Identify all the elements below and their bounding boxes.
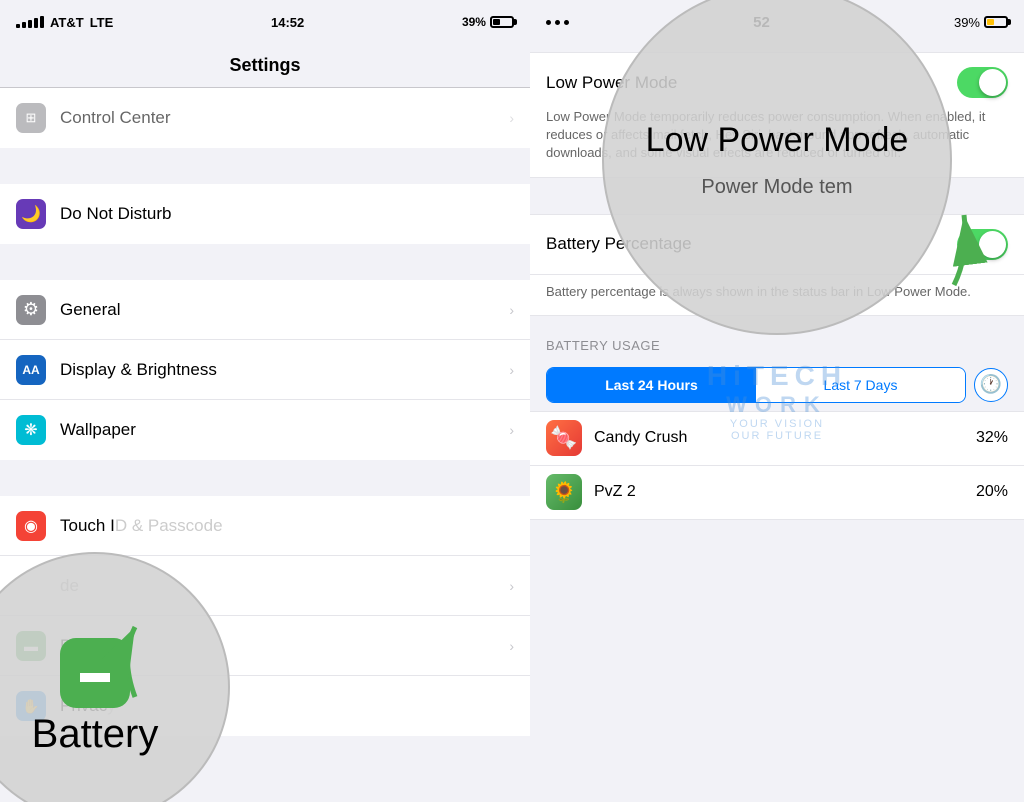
separator-1 xyxy=(0,148,530,184)
signal-dot-3 xyxy=(28,20,32,28)
status-battery-left: 39% xyxy=(462,15,514,29)
control-center-label: Control Center xyxy=(60,108,495,128)
dnd-label: Do Not Disturb xyxy=(60,204,514,224)
display-label: Display & Brightness xyxy=(60,360,495,380)
signal-dot-2 xyxy=(22,22,26,28)
battery-fill-left xyxy=(493,19,500,25)
battery-chevron: › xyxy=(509,638,514,654)
signal-dots-right xyxy=(546,20,569,25)
battery-fill-right xyxy=(987,19,994,25)
section-dnd: 🌙 Do Not Disturb xyxy=(0,184,530,244)
battery-arrow xyxy=(100,617,170,712)
settings-row-display[interactable]: AA Display & Brightness › xyxy=(0,340,530,400)
general-chevron: › xyxy=(509,302,514,318)
tab-last-24h[interactable]: Last 24 Hours xyxy=(547,368,756,402)
pvz-name: PvZ 2 xyxy=(594,483,964,501)
section-general: ⊞ Control Center › xyxy=(0,88,530,148)
signal-dot-1 xyxy=(16,24,20,28)
display-chevron: › xyxy=(509,362,514,378)
history-icon[interactable]: 🕐 xyxy=(974,368,1008,402)
right-panel: 52 39% Low Power Mode Low Power Mode tem… xyxy=(530,0,1024,802)
general-icon: ⚙ xyxy=(16,295,46,325)
signal-dot-5 xyxy=(40,16,44,28)
left-panel: AT&T LTE 14:52 39% Settings ⊞ Control Ce… xyxy=(0,0,530,802)
nav-bar-left: Settings xyxy=(0,44,530,88)
page-title: Settings xyxy=(229,55,300,76)
dot-3 xyxy=(564,20,569,25)
tab-last-7d[interactable]: Last 7 Days xyxy=(756,368,965,402)
status-battery-right: 39% xyxy=(954,15,1008,30)
carrier-name: AT&T xyxy=(50,15,84,30)
settings-row-control-center[interactable]: ⊞ Control Center › xyxy=(0,88,530,148)
general-label: General xyxy=(60,300,495,320)
settings-row-general[interactable]: ⚙ General › xyxy=(0,280,530,340)
section-device: ⚙ General › AA Display & Brightness › ❋ … xyxy=(0,280,530,460)
status-carrier-area: AT&T LTE xyxy=(16,15,113,30)
circle-power-mode-sub: Power Mode tem xyxy=(701,176,852,199)
wallpaper-chevron: › xyxy=(509,422,514,438)
table-row[interactable]: 🍬 Candy Crush 32% xyxy=(530,412,1024,466)
battery-icon-right xyxy=(984,16,1008,28)
status-time-left: 14:52 xyxy=(271,15,304,30)
signal-dot-4 xyxy=(34,18,38,28)
display-icon: AA xyxy=(16,355,46,385)
settings-row-wallpaper[interactable]: ❋ Wallpaper › xyxy=(0,400,530,460)
low-power-circle-overlay: Low Power Mode Power Mode tem xyxy=(602,0,952,335)
battery-circle-label: Battery xyxy=(32,712,159,757)
usage-tabs: Last 24 Hours Last 7 Days xyxy=(546,367,966,403)
battery-icon-left xyxy=(490,16,514,28)
dot-2 xyxy=(555,20,560,25)
battery-pct-text-right: 39% xyxy=(954,15,980,30)
usage-tabs-container: Last 24 Hours Last 7 Days 🕐 xyxy=(530,359,1024,403)
candy-crush-pct: 32% xyxy=(976,429,1008,447)
table-row[interactable]: 🌻 PvZ 2 20% xyxy=(530,466,1024,520)
candy-crush-icon: 🍬 xyxy=(546,420,582,456)
control-center-chevron: › xyxy=(509,110,514,126)
settings-row-touchid[interactable]: ◉ Touch ID & Passcode xyxy=(0,496,530,556)
low-power-arrow xyxy=(919,205,989,300)
status-bar-left: AT&T LTE 14:52 39% xyxy=(0,0,530,44)
dot-1 xyxy=(546,20,551,25)
separator-2 xyxy=(0,244,530,280)
dnd-icon: 🌙 xyxy=(16,199,46,229)
low-power-toggle[interactable] xyxy=(957,67,1008,98)
touchid-label: Touch ID & Passcode xyxy=(60,516,514,536)
candy-crush-name: Candy Crush xyxy=(594,429,964,447)
app-list: 🍬 Candy Crush 32% 🌻 PvZ 2 20% xyxy=(530,411,1024,520)
passcode-chevron: › xyxy=(509,578,514,594)
pvz-pct: 20% xyxy=(976,483,1008,501)
touchid-icon: ◉ xyxy=(16,511,46,541)
battery-usage-title: BATTERY USAGE xyxy=(546,338,660,353)
signal-dots xyxy=(16,16,44,28)
separator-3 xyxy=(0,460,530,496)
wallpaper-icon: ❋ xyxy=(16,415,46,445)
pvz-icon: 🌻 xyxy=(546,474,582,510)
battery-pct-text-left: 39% xyxy=(462,15,486,29)
settings-row-dnd[interactable]: 🌙 Do Not Disturb xyxy=(0,184,530,244)
wallpaper-label: Wallpaper xyxy=(60,420,495,440)
circle-low-power-title: Low Power Mode xyxy=(616,121,939,160)
network-type: LTE xyxy=(90,15,114,30)
control-center-icon: ⊞ xyxy=(16,103,46,133)
